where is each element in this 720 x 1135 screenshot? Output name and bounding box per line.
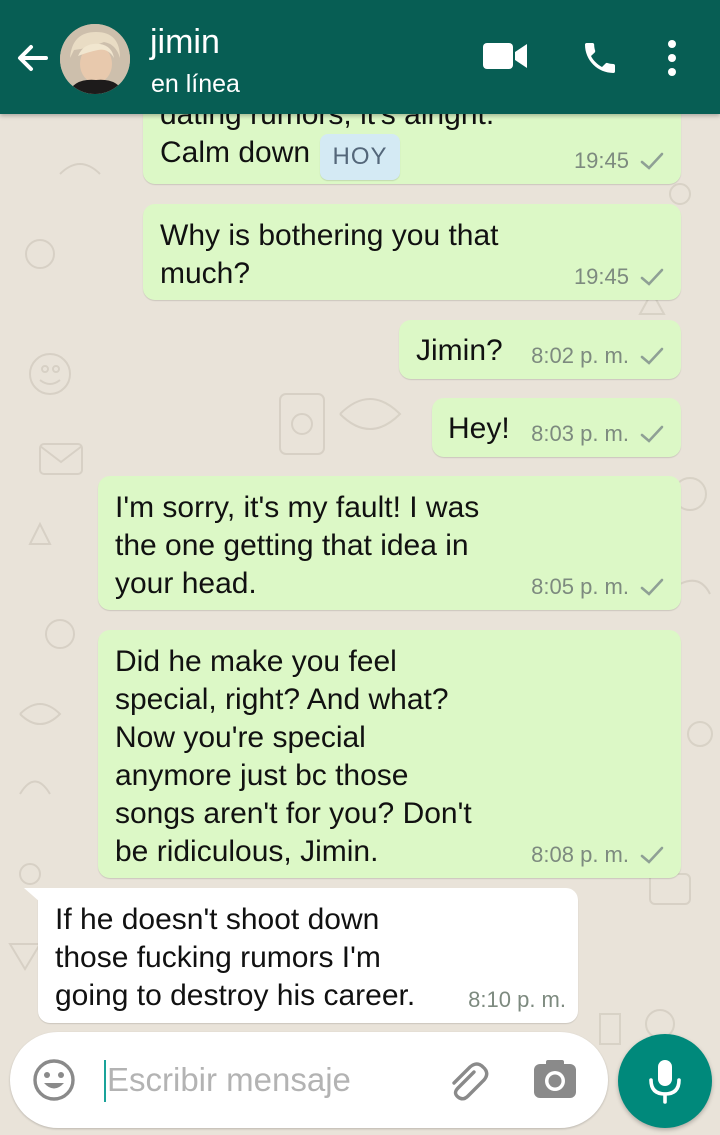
camera-button[interactable] xyxy=(532,1058,578,1102)
message-outgoing[interactable]: Why is bothering you that much? 19:45 xyxy=(143,204,681,300)
message-meta: 8:08 p. m. xyxy=(531,842,665,868)
bubble-tail xyxy=(24,888,40,902)
more-options-icon xyxy=(668,40,676,76)
check-icon xyxy=(640,268,664,286)
emoji-icon xyxy=(33,1059,75,1101)
contact-name[interactable]: jimin xyxy=(150,22,220,62)
message-outgoing[interactable]: dating rumors, it's alright. Calm down 1… xyxy=(143,114,681,184)
back-button[interactable] xyxy=(12,38,52,78)
message-outgoing[interactable]: Did he make you feel special, right? And… xyxy=(98,630,681,878)
attach-icon xyxy=(452,1062,489,1101)
message-outgoing[interactable]: I'm sorry, it's my fault! I was the one … xyxy=(98,476,681,610)
message-time: 8:08 p. m. xyxy=(531,842,629,867)
message-incoming[interactable]: If he doesn't shoot down those fucking r… xyxy=(24,888,578,1023)
message-meta: 19:45 xyxy=(574,148,665,174)
message-meta: 19:45 xyxy=(574,264,665,290)
camera-icon xyxy=(534,1060,576,1098)
message-text: Did he make you feel special, right? And… xyxy=(115,645,472,868)
message-meta: 8:10 p. m. xyxy=(468,987,566,1013)
phone-call-icon xyxy=(585,43,615,73)
chat-header: jimin en línea xyxy=(0,0,720,114)
message-input[interactable] xyxy=(107,1054,427,1106)
video-call-icon xyxy=(483,43,527,69)
back-arrow-icon xyxy=(18,45,48,71)
emoji-button[interactable] xyxy=(32,1058,76,1102)
message-time: 19:45 xyxy=(573,148,629,173)
message-outgoing[interactable]: Hey! 8:03 p. m. xyxy=(432,398,681,457)
mic-icon xyxy=(649,1060,681,1104)
contact-status: en línea xyxy=(151,70,240,98)
text-caret xyxy=(104,1060,106,1102)
message-outgoing[interactable]: Jimin? 8:02 p. m. xyxy=(399,320,681,379)
chat-area[interactable]: dating rumors, it's alright. Calm down 1… xyxy=(0,114,720,1135)
message-time: 8:02 p. m. xyxy=(531,343,629,368)
video-call-button[interactable] xyxy=(482,40,528,77)
attach-button[interactable] xyxy=(444,1058,490,1104)
message-meta: 8:02 p. m. xyxy=(531,343,665,369)
check-icon xyxy=(640,347,664,365)
message-time: 8:10 p. m. xyxy=(468,987,566,1012)
voice-record-button[interactable] xyxy=(618,1034,712,1128)
message-composer xyxy=(10,1032,608,1128)
message-meta: 8:03 p. m. xyxy=(531,421,665,447)
message-time: 19:45 xyxy=(573,264,629,289)
check-icon xyxy=(640,578,664,596)
message-time: 8:03 p. m. xyxy=(531,421,629,446)
avatar[interactable] xyxy=(60,24,130,94)
message-time: 8:05 p. m. xyxy=(531,574,629,599)
voice-call-button[interactable] xyxy=(580,38,620,83)
check-icon xyxy=(640,152,664,170)
message-meta: 8:05 p. m. xyxy=(531,574,665,600)
check-icon xyxy=(640,425,664,443)
check-icon xyxy=(640,846,664,864)
more-options-button[interactable] xyxy=(660,38,684,83)
day-badge: HOY xyxy=(320,134,400,180)
